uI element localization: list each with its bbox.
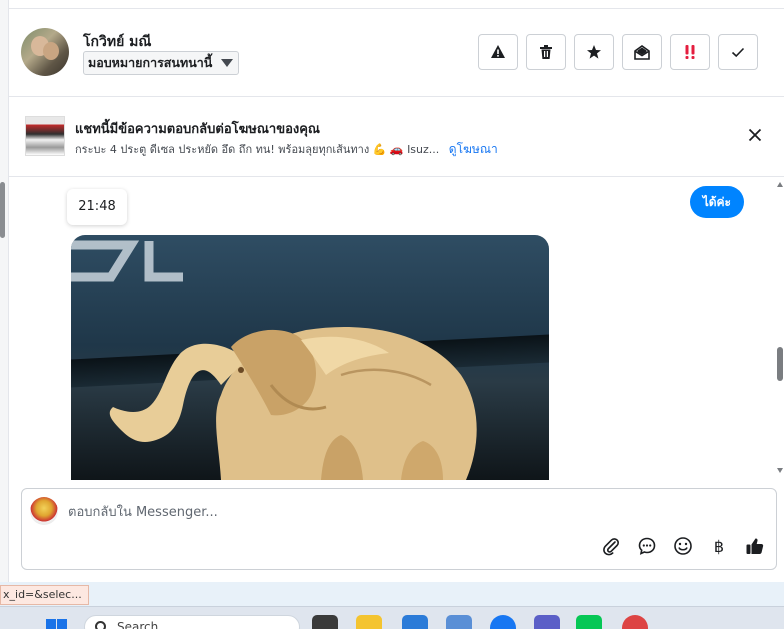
search-icon [95, 621, 106, 629]
baht-icon: ฿ [713, 536, 725, 556]
send-like-button[interactable] [744, 535, 766, 557]
scroll-up-arrow-icon[interactable] [777, 182, 783, 187]
envelope-open-icon [634, 45, 650, 60]
windows-start-icon[interactable] [46, 615, 68, 629]
ad-banner-subtitle: กระบะ 4 ประตู ดีเซล ประหยัด อึด ถึก ทน! … [75, 140, 498, 159]
like-icon [746, 538, 764, 554]
windows-taskbar: Search [0, 606, 784, 629]
ad-banner-title: แชทนี้มีข้อความตอบกลับต่อโฆษณาของคุณ [75, 122, 320, 137]
taskbar-search-label: Search [117, 620, 159, 629]
delete-button[interactable] [526, 34, 566, 70]
facebook-icon[interactable] [490, 615, 516, 629]
attach-file-button[interactable] [600, 535, 622, 557]
left-scroll-thumb[interactable] [0, 182, 5, 238]
thread-scrollbar[interactable] [776, 180, 784, 475]
page-avatar [30, 497, 58, 525]
line-app-icon[interactable] [576, 615, 602, 629]
chat-bubble-icon [638, 537, 656, 555]
alert-icon [491, 45, 505, 58]
teams-icon[interactable] [534, 615, 560, 629]
outgoing-message-bubble[interactable]: ได้ค่ะ [689, 186, 744, 218]
ad-thumbnail[interactable] [25, 116, 65, 156]
mark-unread-button[interactable] [622, 34, 662, 70]
taskbar-search-box[interactable]: Search [84, 615, 300, 629]
scroll-down-arrow-icon[interactable] [777, 468, 783, 473]
chrome-profile-icon[interactable] [622, 615, 648, 629]
assign-conversation-dropdown[interactable]: มอบหมายการสนทนานี้ [83, 51, 240, 75]
conversation-header: โกวิทย์ มณี มอบหมายการสนทนานี้ [9, 8, 784, 97]
emoji-icon [674, 537, 692, 555]
mark-spam-button[interactable] [478, 34, 518, 70]
emoji-button[interactable] [672, 535, 694, 557]
payment-button[interactable]: ฿ [708, 535, 730, 557]
notepad-icon[interactable] [402, 615, 428, 629]
incoming-photo-message[interactable] [71, 235, 549, 480]
paperclip-icon [603, 538, 619, 556]
ad-reply-banner: แชทนี้มีข้อความตอบกลับต่อโฆษณาของคุณ กระ… [9, 97, 784, 177]
saved-replies-button[interactable] [636, 535, 658, 557]
file-explorer-icon[interactable] [356, 615, 382, 629]
trash-icon [540, 45, 552, 59]
calculator-icon[interactable] [446, 615, 472, 629]
message-composer: ฿ [21, 488, 777, 570]
thread-scroll-thumb[interactable] [777, 347, 783, 381]
urgent-icon [685, 45, 695, 59]
reply-input[interactable] [68, 501, 668, 523]
header-actions [478, 34, 758, 70]
mark-done-button[interactable] [718, 34, 758, 70]
contact-name[interactable]: โกวิทย์ มณี [83, 31, 151, 53]
left-panel-edge [0, 0, 9, 582]
task-view-icon[interactable] [312, 615, 338, 629]
composer-tools: ฿ [600, 535, 766, 557]
link-preview-url: x_id=&selec... [0, 585, 89, 605]
star-icon [587, 45, 601, 59]
view-ad-link[interactable]: ดูโฆษณา [449, 142, 498, 156]
caret-down-icon [221, 59, 234, 67]
star-button[interactable] [574, 34, 614, 70]
contact-avatar[interactable] [21, 28, 69, 76]
close-icon[interactable] [748, 128, 762, 142]
messenger-inbox-window: โกวิทย์ มณี มอบหมายการสนทนานี้ แชทนี้มีข… [0, 0, 784, 629]
check-icon [731, 47, 745, 58]
browser-status-strip [0, 582, 784, 606]
assign-label: มอบหมายการสนทนานี้ [88, 55, 213, 70]
message-timestamp: 21:48 [67, 189, 127, 225]
urgent-button[interactable] [670, 34, 710, 70]
wooden-elephant-carving [109, 327, 477, 480]
ad-description: กระบะ 4 ประตู ดีเซล ประหยัด อึด ถึก ทน! … [75, 143, 440, 156]
message-thread[interactable]: 21:48 ได้ค่ะ [9, 177, 784, 480]
